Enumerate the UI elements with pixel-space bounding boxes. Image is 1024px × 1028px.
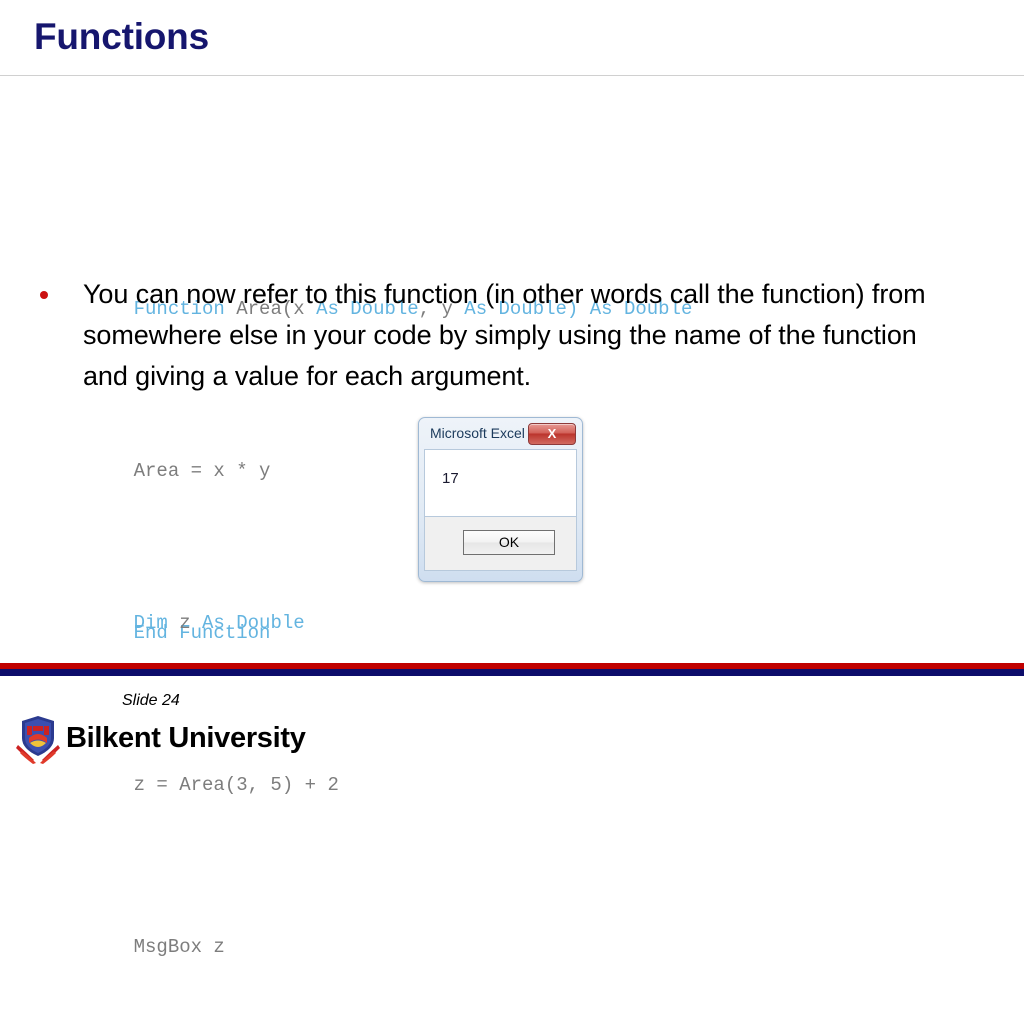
footer-rule-navy [0,669,1024,676]
brand-name: Bilkent University [66,721,306,754]
code-token: z [179,612,203,634]
excel-message-box-dialog[interactable]: Microsoft Excel X 17 OK [418,417,583,582]
code-token: MsgBox z [133,936,225,958]
code-token: As Double [202,612,305,634]
dialog-body: 17 [424,449,577,517]
bullet-dot-icon [40,291,48,299]
code-line: Dim z As Double [88,542,339,634]
ok-button[interactable]: OK [463,530,555,555]
dialog-button-bar: OK [424,517,577,571]
code-line: MsgBox z [88,866,339,958]
code-token: Dim [133,612,180,634]
dialog-title: Microsoft Excel [430,425,525,441]
dialog-message-value: 17 [442,470,459,487]
bullet-item-text: You can now refer to this function (in o… [83,279,926,391]
header-divider [0,75,1024,76]
close-icon[interactable]: X [528,423,576,445]
bullet-list-item: You can now refer to this function (in o… [40,274,930,397]
bilkent-shield-logo-icon [16,716,60,764]
slide-number: Slide 24 [122,692,180,709]
page-title: Functions [34,16,209,57]
dialog-title-bar: Microsoft Excel X [424,423,577,449]
brand-footer: Bilkent University [12,712,306,764]
code-token: z = Area(3, 5) + 2 [133,774,339,796]
